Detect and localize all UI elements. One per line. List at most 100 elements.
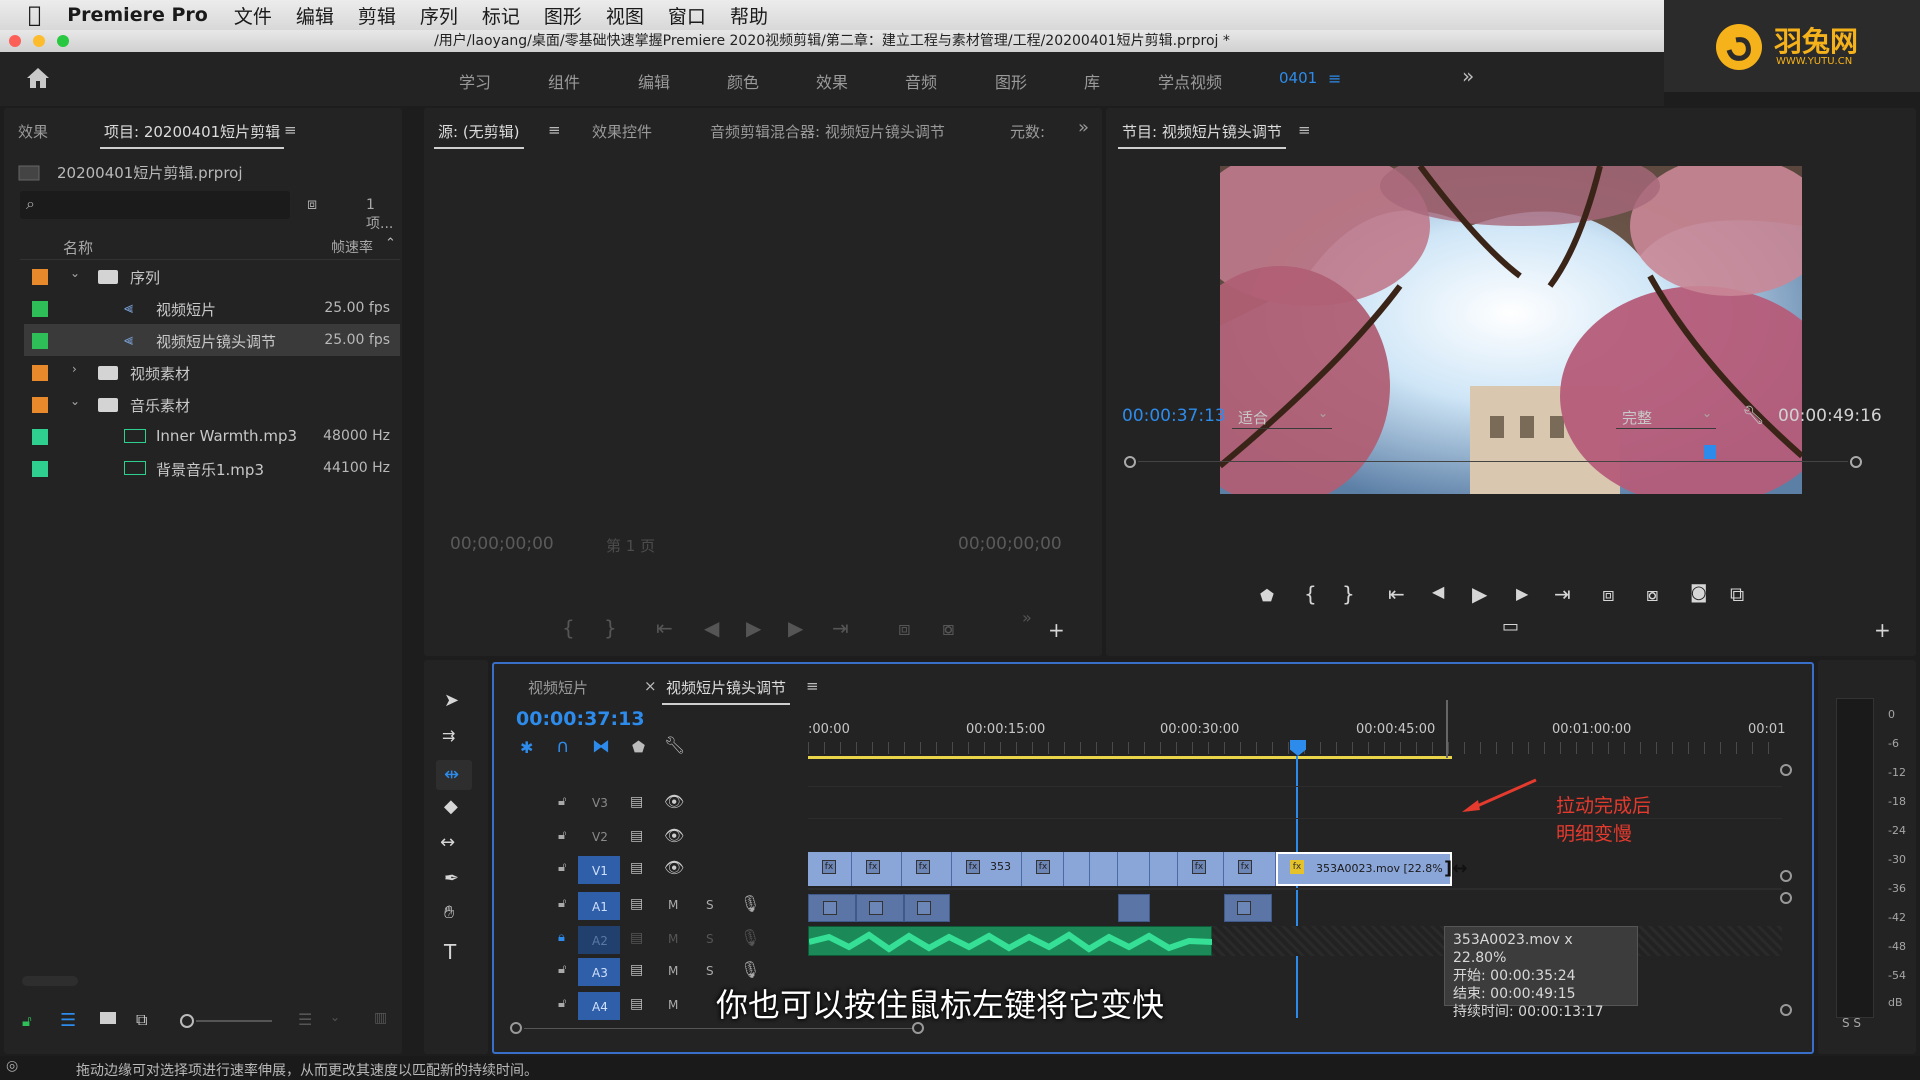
video-clip[interactable]: fx <box>1224 852 1276 886</box>
tab-metadata[interactable]: 元数: <box>1010 121 1045 142</box>
chevron-down-icon[interactable]: ⌄ <box>70 266 80 280</box>
app-name-menu[interactable]: Premiere Pro <box>67 4 208 26</box>
list-item[interactable]: ⌄ 音乐素材 <box>24 388 400 420</box>
add-button-icon[interactable]: + <box>1874 618 1891 642</box>
label-color-swatch[interactable] <box>32 333 48 349</box>
workspace-effects[interactable]: 效果 <box>816 69 848 93</box>
list-view-icon[interactable]: ☰ <box>60 1010 76 1031</box>
video-clip[interactable] <box>1064 852 1090 886</box>
step-back-icon[interactable]: ◀ <box>704 616 719 640</box>
mark-in-icon[interactable]: { <box>562 616 575 640</box>
workspace-libraries[interactable]: 库 <box>1084 69 1100 93</box>
zoom-slider-track[interactable] <box>196 1020 272 1022</box>
audio-clip[interactable] <box>1224 894 1272 922</box>
audio-clip[interactable] <box>856 894 904 922</box>
lock-icon[interactable]: 🔒︎ <box>558 930 565 945</box>
video-clip[interactable] <box>1090 852 1118 886</box>
video-clip[interactable]: fx <box>1022 852 1064 886</box>
lock-icon[interactable]: 🔓︎ <box>558 860 566 875</box>
workspace-menu-icon[interactable]: ≡ <box>1328 69 1341 88</box>
snap-icon[interactable]: ∩ <box>556 736 569 757</box>
list-item[interactable]: Inner Warmth.mp3 48000 Hz <box>24 420 400 452</box>
list-item[interactable]: ⫷ 视频短片 25.00 fps <box>24 292 400 324</box>
icon-view-icon[interactable] <box>100 1012 116 1024</box>
label-color-swatch[interactable] <box>32 429 48 445</box>
video-clip[interactable] <box>1118 852 1150 886</box>
pen-tool-icon[interactable]: ✒ <box>444 868 459 889</box>
program-timecode[interactable]: 00:00:37:13 <box>1122 406 1226 426</box>
video-clip[interactable]: fx <box>808 852 852 886</box>
horizontal-zoom-track[interactable] <box>524 1028 914 1029</box>
overwrite-icon[interactable]: ⧇ <box>942 616 955 640</box>
linked-selection-icon[interactable]: ⧓ <box>592 736 610 757</box>
vertical-zoom-handle[interactable] <box>1780 764 1792 776</box>
vertical-zoom-handle[interactable] <box>1780 1004 1792 1016</box>
music-audio-clip[interactable] <box>808 926 1213 956</box>
label-color-swatch[interactable] <box>32 461 48 477</box>
eye-icon[interactable]: 👁︎ <box>664 858 684 877</box>
selection-tool-icon[interactable]: ➤ <box>444 690 459 711</box>
mute-button[interactable]: M <box>668 898 678 912</box>
page-select[interactable]: 第 1 页 <box>606 535 655 556</box>
ripple-edit-tool-button[interactable]: ⇹ <box>436 760 472 790</box>
audio-clip[interactable] <box>1118 894 1150 922</box>
settings-wrench-icon[interactable]: 🔧︎ <box>1742 405 1765 426</box>
mute-button[interactable]: M <box>668 964 678 978</box>
close-tab-icon[interactable]: × <box>644 677 657 695</box>
video-clip[interactable]: fx <box>902 852 952 886</box>
vertical-zoom-handle[interactable] <box>1780 892 1792 904</box>
eye-icon[interactable]: 👁︎ <box>664 792 684 811</box>
comparison-view-icon[interactable]: ⧉ <box>1730 582 1744 606</box>
type-tool-icon[interactable]: T <box>444 940 456 964</box>
list-item[interactable]: ⌄ 序列 <box>24 260 400 292</box>
menu-edit[interactable]: 编辑 <box>296 2 334 29</box>
menu-help[interactable]: 帮助 <box>730 2 768 29</box>
mute-button[interactable]: M <box>668 932 678 946</box>
microphone-icon[interactable]: 🎙︎ <box>740 928 760 947</box>
home-icon[interactable] <box>26 67 50 89</box>
apple-icon[interactable]:  <box>28 3 41 28</box>
add-marker-icon[interactable]: ⬟ <box>1260 586 1274 605</box>
program-scrubber[interactable] <box>1124 445 1864 473</box>
column-name[interactable]: 名称 <box>63 237 93 258</box>
lock-icon[interactable]: 🔓︎ <box>558 828 566 843</box>
tabs-overflow-icon[interactable]: » <box>1078 117 1089 138</box>
chevron-down-icon[interactable]: ⌄ <box>70 394 80 408</box>
sync-lock-icon[interactable]: ▤ <box>630 860 643 876</box>
panel-menu-icon[interactable]: ≡ <box>284 121 297 139</box>
tab-sequence-2[interactable]: 视频短片镜头调节 <box>661 677 791 705</box>
video-clip[interactable]: fx 353 <box>952 852 1022 886</box>
tab-audio-clip-mixer[interactable]: 音频剪辑混合器: 视频短片镜头调节 <box>710 121 945 142</box>
sync-lock-icon[interactable]: ▤ <box>630 996 643 1012</box>
horizontal-scrollbar[interactable] <box>22 976 78 986</box>
mark-out-icon[interactable]: } <box>1342 582 1355 606</box>
video-clip[interactable]: fx <box>1178 852 1224 886</box>
play-icon[interactable]: ▶ <box>746 616 761 640</box>
lift-icon[interactable]: ⧈ <box>1602 582 1615 606</box>
mark-in-icon[interactable]: { <box>1304 582 1317 606</box>
workspace-color[interactable]: 颜色 <box>727 69 759 93</box>
slip-tool-icon[interactable]: ↔ <box>440 832 455 853</box>
work-area-bar[interactable] <box>808 756 1452 759</box>
step-forward-icon[interactable]: ▶ <box>1516 584 1528 603</box>
tab-sequence-1[interactable]: 视频短片 <box>528 677 588 698</box>
workspace-graphics[interactable]: 图形 <box>995 69 1027 93</box>
label-color-swatch[interactable] <box>32 301 48 317</box>
automate-icon[interactable]: ▥ <box>374 1010 387 1026</box>
audio-clip[interactable] <box>808 894 856 922</box>
label-color-swatch[interactable] <box>32 365 48 381</box>
chevron-down-icon[interactable]: ⌄ <box>330 1010 340 1024</box>
tab-effects[interactable]: 效果 <box>18 121 48 142</box>
step-forward-icon[interactable]: ▶ <box>788 616 803 640</box>
solo-button[interactable]: S <box>706 932 714 946</box>
add-button-icon[interactable]: + <box>1048 618 1065 642</box>
go-to-in-icon[interactable]: ⇤ <box>1388 582 1405 606</box>
column-frame-rate[interactable]: 帧速率 <box>331 237 373 257</box>
mark-out-icon[interactable]: } <box>604 616 617 640</box>
project-search-input[interactable]: ⌕ <box>20 191 290 219</box>
menu-view[interactable]: 视图 <box>606 2 644 29</box>
go-to-out-icon[interactable]: ⇥ <box>832 616 849 640</box>
sync-lock-icon[interactable]: ▤ <box>630 930 643 946</box>
playback-resolution-select[interactable]: 完整 ⌄ <box>1616 405 1716 429</box>
list-item[interactable]: ⫷ 视频短片镜头调节 25.00 fps <box>24 324 400 356</box>
